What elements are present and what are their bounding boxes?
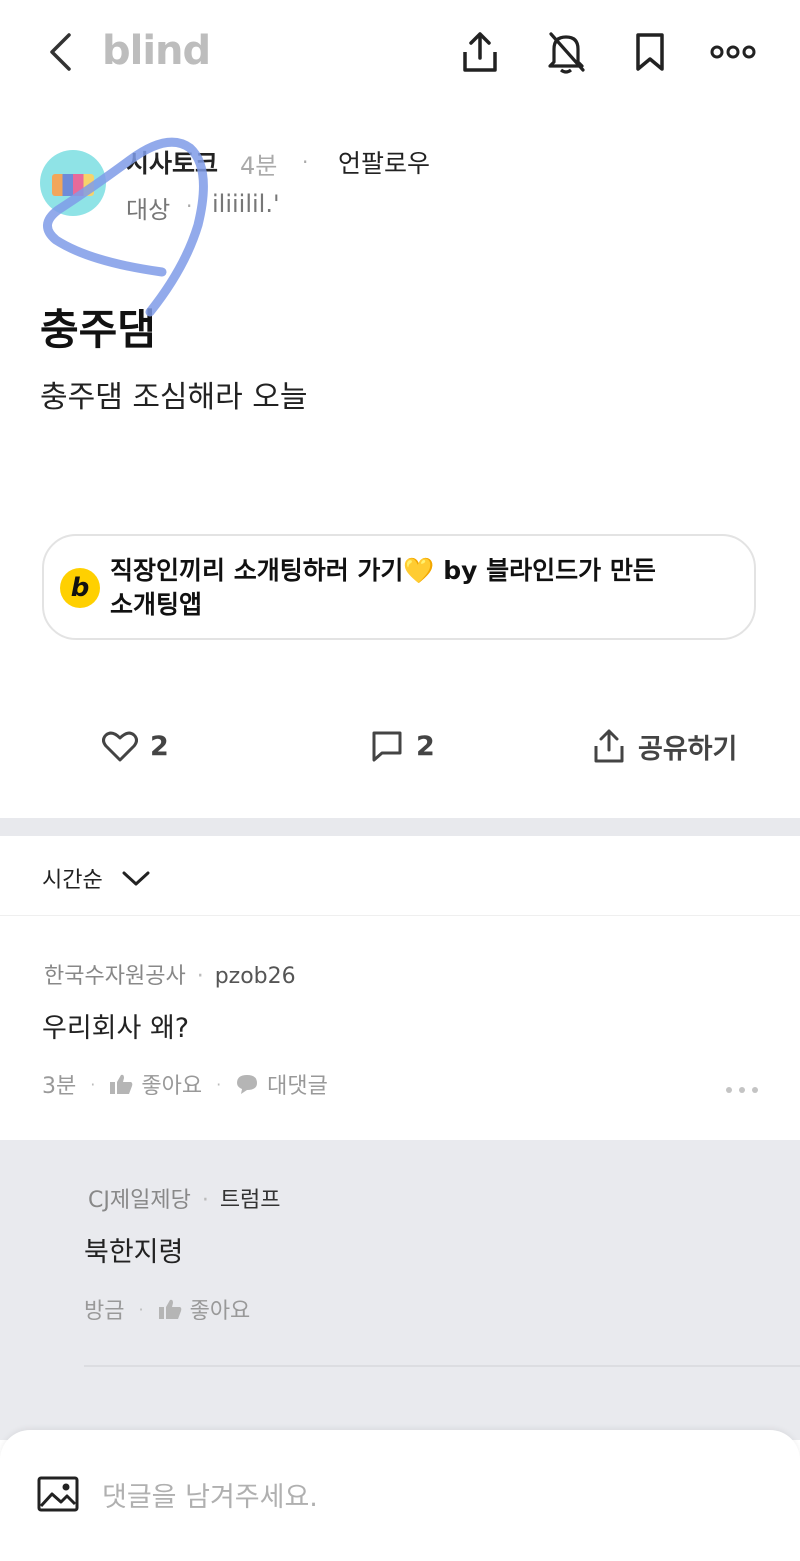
blind-logo: blind	[102, 28, 211, 74]
like-button[interactable]: 2	[102, 724, 169, 768]
share-icon	[594, 729, 624, 763]
comment-count: 2	[416, 730, 435, 762]
yellow-heart-icon: 💛	[403, 556, 435, 585]
bookmark-icon[interactable]	[626, 28, 674, 76]
separator-dot: ·	[302, 150, 309, 174]
reply-like-label: 좋아요	[189, 1299, 251, 1324]
reply-time: 방금	[84, 1299, 125, 1324]
reply-handle[interactable]: 트럼프	[220, 1188, 281, 1213]
comment-button[interactable]: 2	[370, 724, 435, 768]
sort-dropdown[interactable]: 시간순	[42, 858, 151, 898]
promo-text-line2: 소개팅앱	[110, 590, 203, 619]
share-label: 공유하기	[638, 733, 738, 765]
sort-label: 시간순	[42, 868, 103, 893]
unfollow-button[interactable]: 언팔로우	[338, 144, 430, 180]
promo-text: 직장인끼리 소개팅하러 가기💛 by 블라인드가 만든 소개팅앱	[110, 554, 710, 622]
thumbs-up-icon	[110, 1074, 133, 1094]
separator-dot: ·	[138, 1299, 144, 1319]
comment-actions: 3분 · 좋아요 · 대댓글	[42, 1068, 328, 1100]
reply-text: 북한지령	[84, 1237, 184, 1268]
comment-text: 우리회사 왜?	[42, 1013, 190, 1044]
section-divider	[0, 818, 800, 836]
back-icon[interactable]	[38, 30, 82, 74]
like-count: 2	[150, 730, 169, 762]
separator-dot: ·	[196, 964, 204, 989]
top-bar: blind	[0, 0, 800, 110]
separator-dot: ·	[216, 1074, 222, 1094]
reply-meta: CJ제일제당 · 트럼프	[88, 1182, 281, 1214]
promo-logo: b	[60, 568, 100, 608]
promo-banner[interactable]: b 직장인끼리 소개팅하러 가기💛 by 블라인드가 만든 소개팅앱	[42, 534, 756, 640]
comment-handle[interactable]: pzob26	[215, 964, 296, 989]
reply-button[interactable]: 대댓글	[235, 1068, 328, 1100]
comment-company: 한국수자원공사	[44, 964, 186, 989]
promo-text-suffix: by 블라인드가 만든	[434, 556, 656, 585]
promo-text-line1: 직장인끼리 소개팅하러 가기	[110, 556, 404, 585]
heart-icon	[102, 731, 138, 762]
divider	[84, 1365, 800, 1367]
more-icon[interactable]	[708, 30, 758, 74]
share-icon[interactable]	[456, 28, 504, 76]
comment-time: 3분	[42, 1074, 77, 1099]
separator-dot: ·	[201, 1188, 209, 1213]
comment-like-button[interactable]: 좋아요	[109, 1068, 202, 1100]
post-time: 4분	[240, 152, 278, 180]
author-avatar[interactable]	[40, 150, 106, 216]
reply-like-button[interactable]: 좋아요	[158, 1293, 251, 1325]
comment-meta: 한국수자원공사 · pzob26	[44, 958, 296, 990]
comment-composer	[0, 1430, 800, 1561]
thumbs-up-icon	[158, 1299, 181, 1319]
author-company: 대상	[126, 196, 171, 224]
speech-bubble-icon	[237, 1075, 258, 1094]
bell-off-icon[interactable]	[542, 28, 590, 76]
reply-company: CJ제일제당	[88, 1188, 191, 1213]
comment-icon	[372, 731, 402, 762]
separator-dot: ·	[186, 194, 193, 218]
image-attach-icon[interactable]	[36, 1474, 80, 1514]
comment-input[interactable]	[100, 1476, 704, 1518]
author-name[interactable]: 시사토크	[126, 144, 218, 180]
author-handle: iliiilil.'	[212, 190, 280, 218]
reply-label: 대댓글	[267, 1074, 328, 1099]
comment-like-label: 좋아요	[141, 1074, 203, 1099]
separator-dot: ·	[90, 1074, 96, 1094]
chevron-down-icon	[122, 871, 150, 886]
divider	[0, 915, 800, 916]
comment-more-icon[interactable]	[722, 1078, 762, 1102]
reply-actions: 방금 · 좋아요	[84, 1293, 250, 1325]
post-title: 충주댐	[40, 305, 156, 354]
post-body: 충주댐 조심해라 오늘	[40, 380, 308, 415]
share-post-button[interactable]: 공유하기	[592, 724, 737, 768]
